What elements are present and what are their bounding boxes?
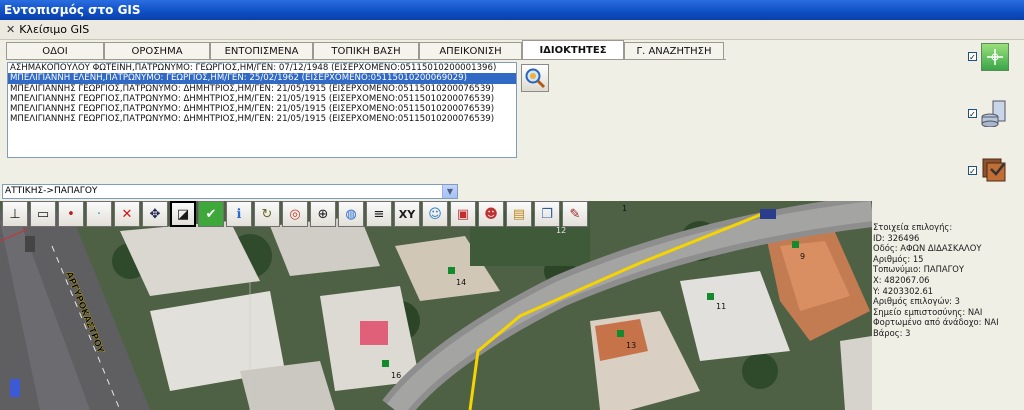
- close-icon[interactable]: ✕: [6, 23, 15, 36]
- map-users-tool[interactable]: ▣: [450, 201, 476, 227]
- list-item[interactable]: ΜΠΕΛΙΓΙΑΝΝΗΣ ΓΕΩΡΓΙΟΣ,ΠΑΤΡΩΝΥΜΟ: ΔΗΜΗΤΡΙ…: [8, 94, 516, 104]
- info-trust-point: Σημείο εμπιστοσύνης: ΝΑΙ: [873, 306, 983, 317]
- globe-tool[interactable]: ◍: [338, 201, 364, 227]
- find-owner-button[interactable]: [521, 64, 549, 92]
- parcel-label-1: 1: [622, 204, 627, 213]
- close-gis-bar: ✕ Κλείσιμο GIS: [0, 20, 1024, 40]
- list-item-selected[interactable]: ΜΠΕΛΙΓΙΑΝΝΗ ΕΛΕΝΗ,ΠΑΤΡΩΝΥΜΟ: ΓΕΩΡΓΙΟΣ,ΗΜ…: [8, 73, 516, 84]
- list-item[interactable]: ΜΠΕΛΙΓΙΑΝΝΗΣ ΓΕΩΡΓΙΟΣ,ΠΑΤΡΩΝΥΜΟ: ΔΗΜΗΤΡΙ…: [8, 114, 516, 124]
- open-folder-tool[interactable]: ▭: [30, 201, 56, 227]
- layer-checkbox-2[interactable]: ✓: [968, 109, 977, 119]
- refresh-tool[interactable]: ↻: [254, 201, 280, 227]
- layers-tool[interactable]: ≡: [366, 201, 392, 227]
- point-tool[interactable]: ·: [86, 201, 112, 227]
- copy-tool[interactable]: ❐: [534, 201, 560, 227]
- parcel-label-13: 13: [626, 341, 636, 350]
- tab-roads[interactable]: ΟΔΟΙ: [6, 42, 104, 59]
- parcel-label-11: 11: [716, 302, 726, 311]
- tab-landmarks[interactable]: ΟΡΟΣΗΜΑ: [104, 42, 210, 59]
- add-vertex-tool[interactable]: •: [58, 201, 84, 227]
- map-toolbar: ⊥ ▭ • · ✕ ✥ ◪ ✔ ℹ ↻ ◎ ⊕ ◍ ≡ XY ☺ ▣ ☻ ▤ ❐…: [2, 201, 590, 228]
- tab-owners[interactable]: ΙΔΙΟΚΤΗΤΕΣ: [522, 40, 624, 59]
- chevron-down-icon[interactable]: ▼: [442, 185, 457, 198]
- list-item[interactable]: ΜΠΕΛΙΓΙΑΝΝΗΣ ΓΕΩΡΓΙΟΣ,ΠΑΤΡΩΝΥΜΟ: ΔΗΜΗΤΡΙ…: [8, 104, 516, 114]
- export-map-icon[interactable]: [981, 155, 1007, 182]
- location-select-value: ΑΤΤΙΚΗΣ->ΠΑΠΑΓΟΥ: [5, 186, 98, 196]
- target-tool[interactable]: ◎: [282, 201, 308, 227]
- info-loaded-by-contractor: Φορτωμένο από άνάδοχο: ΝΑΙ: [873, 317, 999, 328]
- user-locate-tool[interactable]: ☺: [422, 201, 448, 227]
- tab-strip: ΟΔΟΙ ΟΡΟΣΗΜΑ ΕΝΤΟΠΙΣΜΕΝΑ ΤΟΠΙΚΗ ΒΑΣΗ ΑΠΕ…: [6, 40, 724, 60]
- info-heading: Στοιχεία επιλογής:: [873, 222, 953, 232]
- confirm-tool[interactable]: ✔: [198, 201, 224, 227]
- parcel-label-14: 14: [456, 278, 466, 287]
- satellite-map[interactable]: 12 9 14 11 13 16 1 ΑΡΓΥΡΟΚΑΣΤΡΟΥ: [0, 201, 872, 410]
- delete-tool[interactable]: ✕: [114, 201, 140, 227]
- paste-tool[interactable]: ▤: [506, 201, 532, 227]
- info-x: X: 482067.06: [873, 274, 930, 285]
- location-select[interactable]: ΑΤΤΙΚΗΣ->ΠΑΠΑΓΟΥ ▼: [2, 184, 458, 199]
- pen-tool[interactable]: ✎: [562, 201, 588, 227]
- tab-general-search[interactable]: Γ. ΑΝΑΖΗΤΗΣΗ: [624, 42, 724, 59]
- owners-list[interactable]: ΑΣΗΜΑΚΟΠΟΥΛΟΥ ΦΩΤΕΙΝΗ,ΠΑΤΡΩΝΥΜΟ: ΓΕΩΡΓΙΟ…: [7, 62, 517, 158]
- tab-local-db[interactable]: ΤΟΠΙΚΗ ΒΑΣΗ: [313, 42, 419, 59]
- selection-info-panel: Στοιχεία επιλογής: ID: 326496 Οδός: ΑΦΩΝ…: [873, 222, 1024, 339]
- close-gis-button[interactable]: Κλείσιμο GIS: [19, 23, 89, 36]
- list-item[interactable]: ΑΣΗΜΑΚΟΠΟΥΛΟΥ ΦΩΤΕΙΝΗ,ΠΑΤΡΩΝΥΜΟ: ΓΕΩΡΓΙΟ…: [8, 63, 516, 73]
- tab-display[interactable]: ΑΠΕΙΚΟΝΙΣΗ: [419, 42, 522, 59]
- list-item[interactable]: ΜΠΕΛΙΓΙΑΝΝΗΣ ΓΕΩΡΓΙΟΣ,ΠΑΤΡΩΝΥΜΟ: ΔΗΜΗΤΡΙ…: [8, 84, 516, 94]
- info-toponym: Τοπωνύμιο: ΠΑΠΑΓΟΥ: [873, 264, 965, 275]
- tab-panel-border: [6, 59, 726, 60]
- xy-tool[interactable]: XY: [394, 201, 420, 227]
- info-weight: Βάρος: 3: [873, 327, 911, 338]
- database-icon[interactable]: [981, 99, 1007, 128]
- zoom-tool[interactable]: ⊕: [310, 201, 336, 227]
- crosshair-icon[interactable]: [981, 43, 1009, 71]
- select-area-tool[interactable]: ◪: [170, 201, 196, 227]
- parcel-label-9: 9: [800, 252, 805, 261]
- info-id: ID: 326496: [873, 232, 920, 243]
- info-y: Y: 4203302.61: [873, 285, 934, 296]
- magnifier-icon: [525, 68, 546, 89]
- pan-tool[interactable]: ✥: [142, 201, 168, 227]
- info-tool[interactable]: ℹ: [226, 201, 252, 227]
- info-number: Αριθμός: 15: [873, 253, 924, 264]
- parcel-label-16: 16: [391, 371, 401, 380]
- layer-checkbox-1[interactable]: ✓: [968, 52, 977, 62]
- tab-located[interactable]: ΕΝΤΟΠΙΣΜΕΝΑ: [210, 42, 313, 59]
- window-title: Εντοπισμός στο GIS: [0, 0, 1024, 20]
- info-street: Οδός: ΑΦΩΝ ΔΙΔΑΣΚΑΛΟΥ: [873, 243, 982, 254]
- group-tool[interactable]: ☻: [478, 201, 504, 227]
- layer-checkbox-3[interactable]: ✓: [968, 166, 977, 176]
- info-selection-count: Αριθμός επιλογών: 3: [873, 296, 960, 307]
- compass-tool[interactable]: ⊥: [2, 201, 28, 227]
